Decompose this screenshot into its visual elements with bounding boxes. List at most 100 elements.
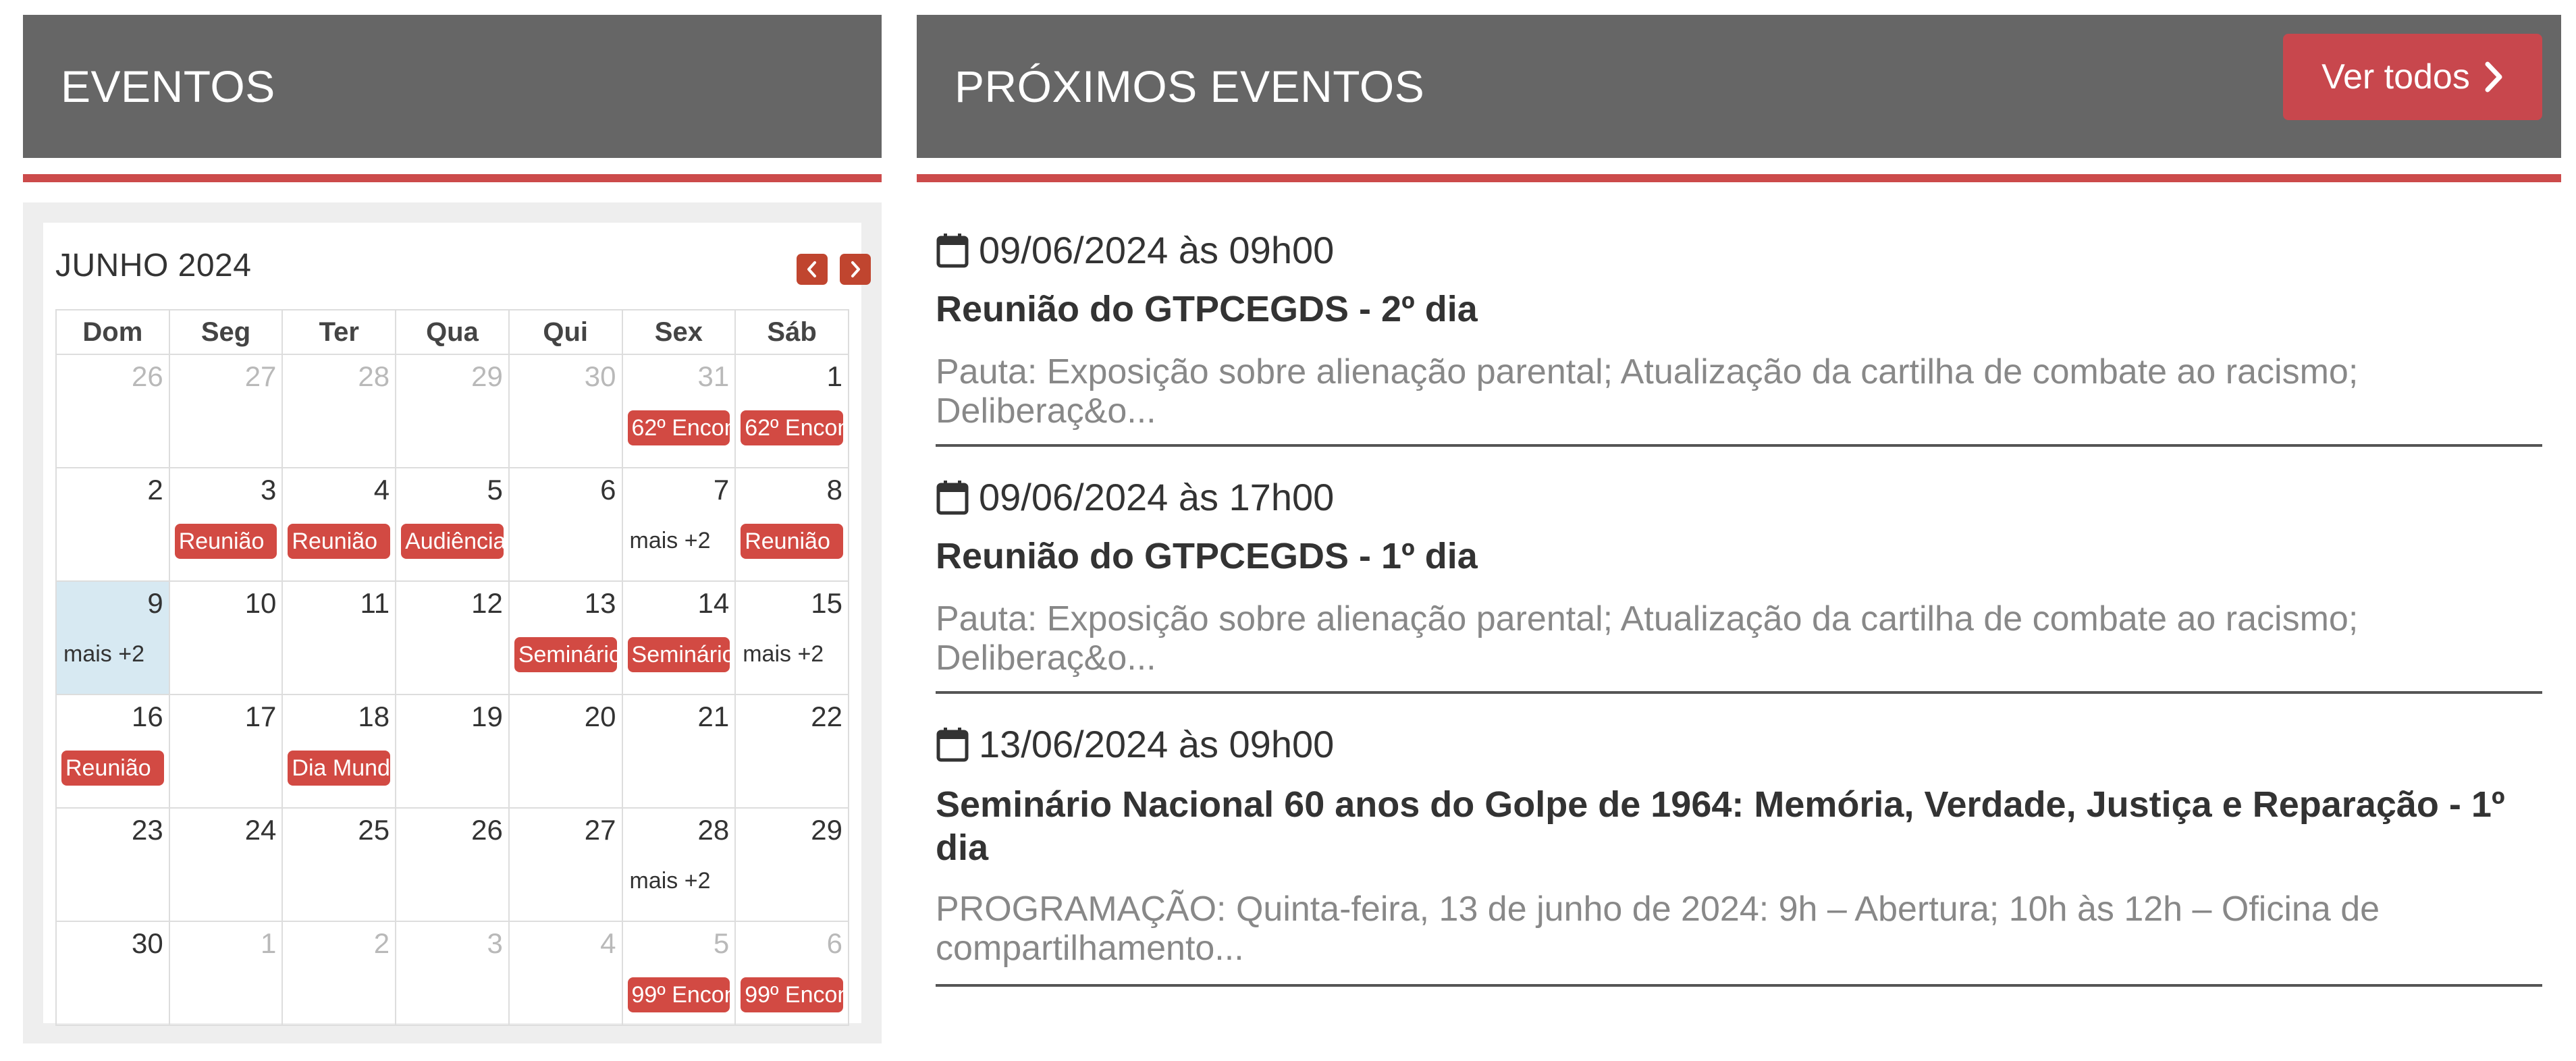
calendar-day-cell[interactable]: 4 [508, 921, 623, 1026]
day-number: 25 [358, 814, 390, 846]
calendar-week-row: 30 1 2 3 4 5 99º Encontro 6 99º Encontro [55, 921, 849, 1026]
see-all-button[interactable]: Ver todos [2283, 34, 2542, 120]
event-divider [936, 984, 2542, 987]
calendar-day-cell[interactable]: 29 [395, 354, 510, 468]
calendar-day-cell[interactable]: 27 [508, 807, 623, 922]
event-date: 13/06/2024 às 09h00 [936, 722, 1334, 766]
calendar-event-badge[interactable]: Audiência [401, 524, 504, 559]
calendar-event-badge[interactable]: Reunião [61, 751, 164, 786]
more-events-link[interactable]: mais +2 [630, 868, 711, 894]
day-number: 15 [811, 587, 842, 619]
calendar-day-cell[interactable]: 6 [508, 467, 623, 582]
event-title-link[interactable]: Reunião do GTPCEGDS - 1º dia [936, 535, 2542, 578]
calendar-prev-button[interactable] [797, 254, 828, 285]
calendar-day-cell[interactable]: 14 Seminário [621, 580, 736, 695]
calendar-day-cell[interactable]: 4 Reunião [281, 467, 397, 582]
day-number: 4 [373, 474, 390, 506]
event-title-link[interactable]: Reunião do GTPCEGDS - 2º dia [936, 288, 2542, 331]
calendar-event-badge[interactable]: Dia Mundial [288, 751, 391, 786]
calendar-day-cell[interactable]: 7 mais +2 [621, 467, 736, 582]
calendar-day-cell[interactable]: 2 [281, 921, 397, 1026]
day-number: 1 [261, 927, 277, 959]
calendar-day-cell[interactable]: 24 [168, 807, 284, 922]
calendar-event-badge[interactable]: Reunião [288, 524, 391, 559]
calendar-day-cell[interactable]: 15 mais +2 [734, 580, 849, 695]
calendar-grid: Dom Seg Ter Qua Qui Sex Sáb 26 27 28 29 30 31 62º En… [55, 309, 849, 1026]
day-number: 28 [358, 360, 390, 392]
calendar-event-badge[interactable]: Seminário [514, 637, 617, 672]
calendar-day-cell[interactable]: 1 [168, 921, 284, 1026]
event-title-link[interactable]: Seminário Nacional 60 anos do Golpe de 1… [936, 783, 2542, 869]
calendar-day-cell[interactable]: 2 [55, 467, 170, 582]
day-number: 2 [373, 927, 390, 959]
more-events-link[interactable]: mais +2 [63, 641, 144, 668]
calendar-day-cell[interactable]: 20 [508, 694, 623, 809]
calendar-day-cell[interactable]: 17 [168, 694, 284, 809]
calendar-event-badge[interactable]: Seminário [627, 637, 730, 672]
weekday-header: Qui [508, 309, 623, 355]
day-number: 18 [358, 701, 390, 732]
calendar-icon [936, 233, 969, 267]
calendar-day-cell[interactable]: 30 [508, 354, 623, 468]
upcoming-panel-header: PRÓXIMOS EVENTOS Ver todos [917, 15, 2561, 158]
event-description: Pauta: Exposição sobre alienação parenta… [936, 352, 2359, 431]
day-number: 5 [487, 474, 503, 506]
calendar-month-title: JUNHO 2024 [55, 248, 252, 283]
calendar-day-cell[interactable]: 12 [395, 580, 510, 695]
calendar-event-badge[interactable]: Reunião [174, 524, 277, 559]
calendar-event-badge[interactable]: 62º Encontro [627, 410, 730, 445]
day-number: 31 [697, 360, 730, 392]
calendar-day-cell[interactable]: 21 [621, 694, 736, 809]
calendar-event-badge[interactable]: 99º Encontro [741, 977, 843, 1012]
calendar-event-badge[interactable]: 99º Encontro [627, 977, 730, 1012]
day-number: 29 [811, 814, 842, 846]
calendar-day-cell-today[interactable]: 9 mais +2 [55, 580, 170, 695]
calendar-day-cell[interactable]: 27 [168, 354, 284, 468]
event-date: 09/06/2024 às 17h00 [936, 475, 1334, 519]
calendar-day-cell[interactable]: 30 [55, 921, 170, 1026]
calendar-day-cell[interactable]: 22 [734, 694, 849, 809]
calendar-day-cell[interactable]: 25 [281, 807, 397, 922]
calendar-event-badge[interactable]: 62º Encontro [741, 410, 843, 445]
calendar-next-button[interactable] [840, 254, 871, 285]
events-panel-title: EVENTOS [61, 61, 275, 111]
calendar-day-cell[interactable]: 5 Audiência [395, 467, 510, 582]
day-number: 26 [471, 814, 503, 846]
chevron-right-icon [2485, 61, 2502, 92]
calendar-day-cell[interactable]: 8 Reunião [734, 467, 849, 582]
calendar-day-cell[interactable]: 18 Dia Mundial [281, 694, 397, 809]
calendar-event-badge[interactable]: Reunião [741, 524, 843, 559]
calendar-day-cell[interactable]: 11 [281, 580, 397, 695]
calendar-container: JUNHO 2024 Dom Seg Ter Qua Qui Sex Sáb 26 27 28 2… [23, 202, 882, 1043]
calendar-day-cell[interactable]: 23 [55, 807, 170, 922]
calendar-day-cell[interactable]: 26 [395, 807, 510, 922]
calendar-day-cell[interactable]: 3 [395, 921, 510, 1026]
calendar-day-cell[interactable]: 29 [734, 807, 849, 922]
day-number: 23 [131, 814, 163, 846]
calendar-day-cell[interactable]: 6 99º Encontro [734, 921, 849, 1026]
day-number: 6 [600, 474, 616, 506]
day-number: 14 [697, 587, 730, 619]
day-number: 2 [147, 474, 163, 506]
chevron-right-icon [851, 261, 860, 277]
calendar-day-cell[interactable]: 16 Reunião [55, 694, 170, 809]
more-events-link[interactable]: mais +2 [630, 528, 711, 554]
day-number: 13 [584, 587, 616, 619]
more-events-link[interactable]: mais +2 [743, 641, 824, 668]
calendar-day-cell[interactable]: 19 [395, 694, 510, 809]
calendar-day-cell[interactable]: 28 mais +2 [621, 807, 736, 922]
calendar-icon [936, 480, 969, 514]
chevron-left-icon [807, 261, 816, 277]
day-number: 26 [131, 360, 163, 392]
calendar-day-cell[interactable]: 13 Seminário [508, 580, 623, 695]
calendar-day-cell[interactable]: 1 62º Encontro [734, 354, 849, 468]
calendar-day-cell[interactable]: 31 62º Encontro [621, 354, 736, 468]
calendar-day-cell[interactable]: 28 [281, 354, 397, 468]
calendar-day-cell[interactable]: 26 [55, 354, 170, 468]
weekday-header: Sáb [734, 309, 849, 355]
calendar-day-cell[interactable]: 10 [168, 580, 284, 695]
upcoming-header-divider [917, 174, 2561, 182]
calendar-day-cell[interactable]: 3 Reunião [168, 467, 284, 582]
calendar-week-row: 16 Reunião 17 18 Dia Mundial 19 20 21 22 [55, 694, 849, 809]
calendar-day-cell[interactable]: 5 99º Encontro [621, 921, 736, 1026]
